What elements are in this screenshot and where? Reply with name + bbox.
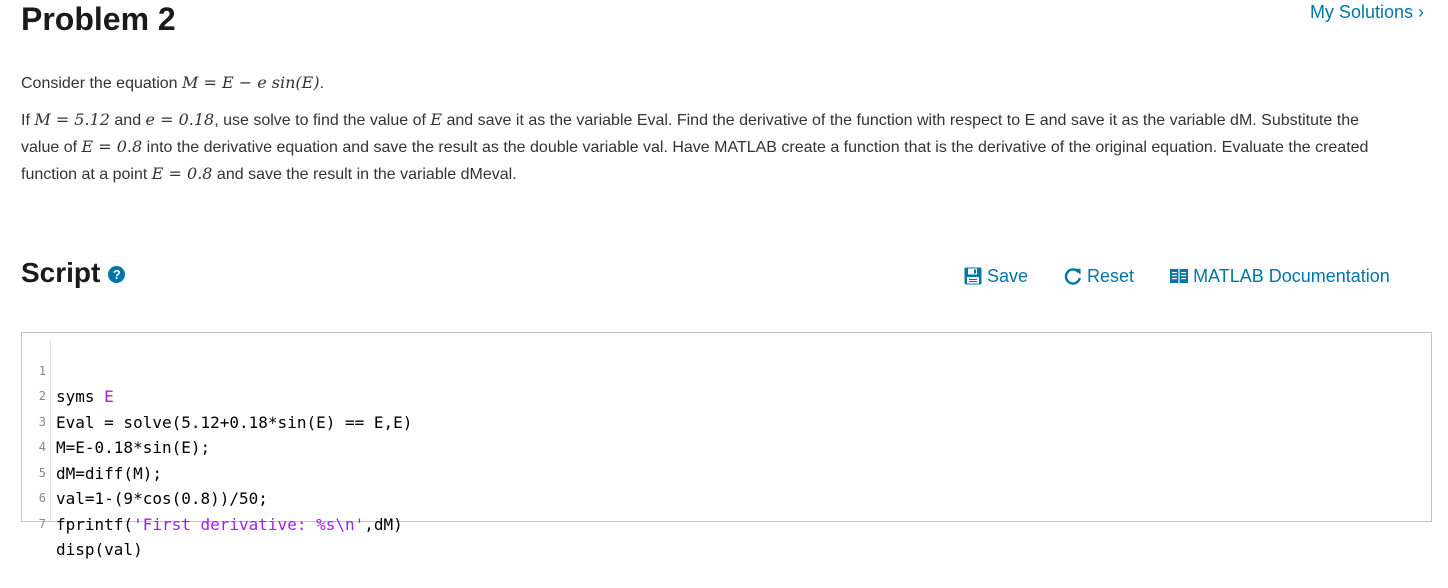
problem-statement: Consider the equation M = E − e sin(E). … xyxy=(21,70,1401,188)
code-text: disp(val) xyxy=(56,540,143,559)
code-line[interactable]: 4 dM=diff(M); xyxy=(22,410,1431,483)
code-string: 'First derivative: %s\n' xyxy=(133,514,365,534)
code-line[interactable]: 2 Eval = solve(5.12+0.18*sin(E) == E,E) xyxy=(22,359,1431,432)
problem-text: and xyxy=(114,112,142,129)
code-line[interactable]: 5 val=1-(9*cos(0.8))/50; xyxy=(22,435,1431,509)
equation-math: M = E − e sin(E) xyxy=(182,73,320,92)
math-m-value: M = 5.12 xyxy=(34,110,110,129)
script-heading: Script ? xyxy=(21,256,126,290)
save-label: Save xyxy=(987,266,1029,286)
math-e-value: e = 0.18 xyxy=(145,110,215,129)
problem-paragraph-1: Consider the equation M = E − e sin(E). xyxy=(21,70,1401,97)
book-icon xyxy=(1170,269,1189,283)
code-editor[interactable]: 1 syms E 2 Eval = solve(5.12+0.18*sin(E)… xyxy=(21,332,1432,560)
script-toolbar: Save Reset MATLAB Documentation xyxy=(963,264,1390,288)
save-icon xyxy=(964,267,982,285)
code-line[interactable]: 6 fprintf('First derivative: %s\n',dM) xyxy=(22,461,1431,534)
code-text: fprintf( xyxy=(56,514,134,534)
save-button[interactable]: Save xyxy=(963,264,1028,288)
reset-label: Reset xyxy=(1087,266,1135,286)
matlab-documentation-link[interactable]: MATLAB Documentation xyxy=(1169,264,1390,288)
problem-paragraph-2: If M = 5.12 and e = 0.18, use solve to f… xyxy=(21,107,1401,188)
problem-text: , use solve to find the value of xyxy=(214,112,426,129)
code-text: ,dM) xyxy=(364,514,403,534)
code-line[interactable]: 7 disp(val) xyxy=(22,486,1431,560)
math-e-variable: E xyxy=(430,110,443,129)
math-e-point: E = 0.8 xyxy=(151,164,213,183)
chevron-right-icon: › xyxy=(1418,2,1424,22)
problem-title: Problem 2 xyxy=(21,1,176,37)
documentation-label: MATLAB Documentation xyxy=(1193,266,1390,286)
problem-text: and save the result in the variable dMev… xyxy=(216,166,517,183)
script-title: Script xyxy=(21,257,101,288)
reset-button[interactable]: Reset xyxy=(1063,264,1134,288)
my-solutions-label: My Solutions xyxy=(1309,2,1413,22)
problem-text: . xyxy=(319,75,325,92)
problem-text: If xyxy=(21,112,30,129)
reset-icon xyxy=(1064,268,1082,285)
math-e-substitution: E = 0.8 xyxy=(81,137,143,156)
my-solutions-link[interactable]: My Solutions › xyxy=(1310,1,1424,23)
code-line[interactable]: 1 syms E xyxy=(22,333,1431,407)
code-line[interactable]: 3 M=E-0.18*sin(E); xyxy=(22,384,1431,458)
line-number: 7 xyxy=(38,516,46,531)
help-icon[interactable]: ? xyxy=(108,265,126,283)
problem-text: Consider the equation xyxy=(21,75,178,92)
